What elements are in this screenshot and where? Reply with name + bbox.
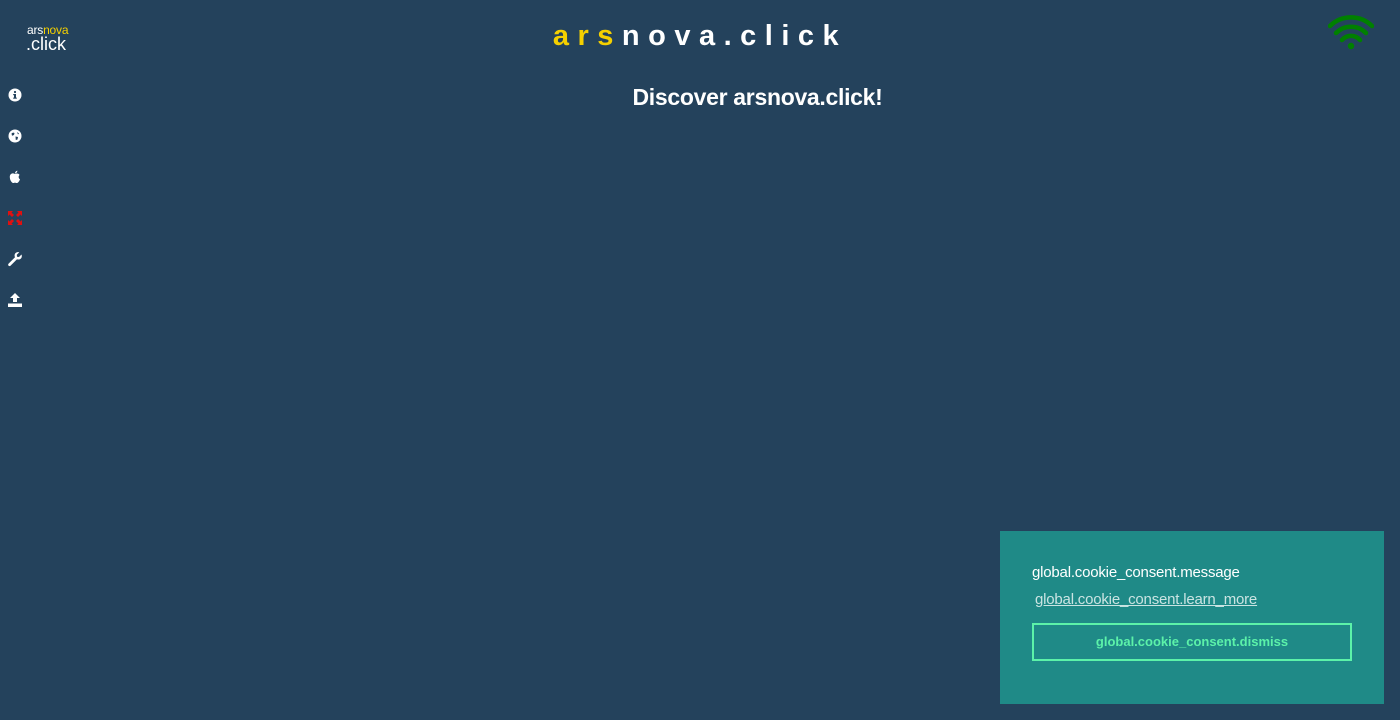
apple-icon bbox=[9, 170, 20, 183]
site-title-highlight: ars bbox=[552, 20, 622, 52]
cookie-consent-banner: global.cookie_consent.message global.coo… bbox=[1000, 531, 1384, 704]
sidebar-item-wrench[interactable] bbox=[5, 250, 25, 270]
sidebar-item-expand[interactable] bbox=[5, 209, 25, 229]
sidebar-item-upload[interactable] bbox=[5, 291, 25, 311]
sidebar-item-apple[interactable] bbox=[5, 168, 25, 188]
expand-icon bbox=[8, 211, 22, 225]
globe-icon bbox=[8, 129, 22, 143]
site-title-rest: nova.click bbox=[621, 20, 848, 52]
cookie-dismiss-button[interactable]: global.cookie_consent.dismiss bbox=[1032, 623, 1352, 661]
page-title: Discover arsnova.click! bbox=[632, 84, 883, 110]
wrench-icon bbox=[8, 252, 22, 267]
sidebar-item-globe[interactable] bbox=[5, 127, 25, 147]
site-title: arsnova.click bbox=[0, 18, 1400, 54]
upload-icon bbox=[8, 293, 22, 307]
wifi-icon bbox=[1327, 15, 1375, 51]
sidebar-nav bbox=[5, 85, 27, 332]
app-page: arsnova .click arsnova.click Discover ar… bbox=[0, 0, 1400, 720]
cookie-learn-more-link[interactable]: global.cookie_consent.learn_more bbox=[1035, 591, 1257, 609]
cookie-consent-message: global.cookie_consent.message bbox=[1032, 564, 1240, 581]
